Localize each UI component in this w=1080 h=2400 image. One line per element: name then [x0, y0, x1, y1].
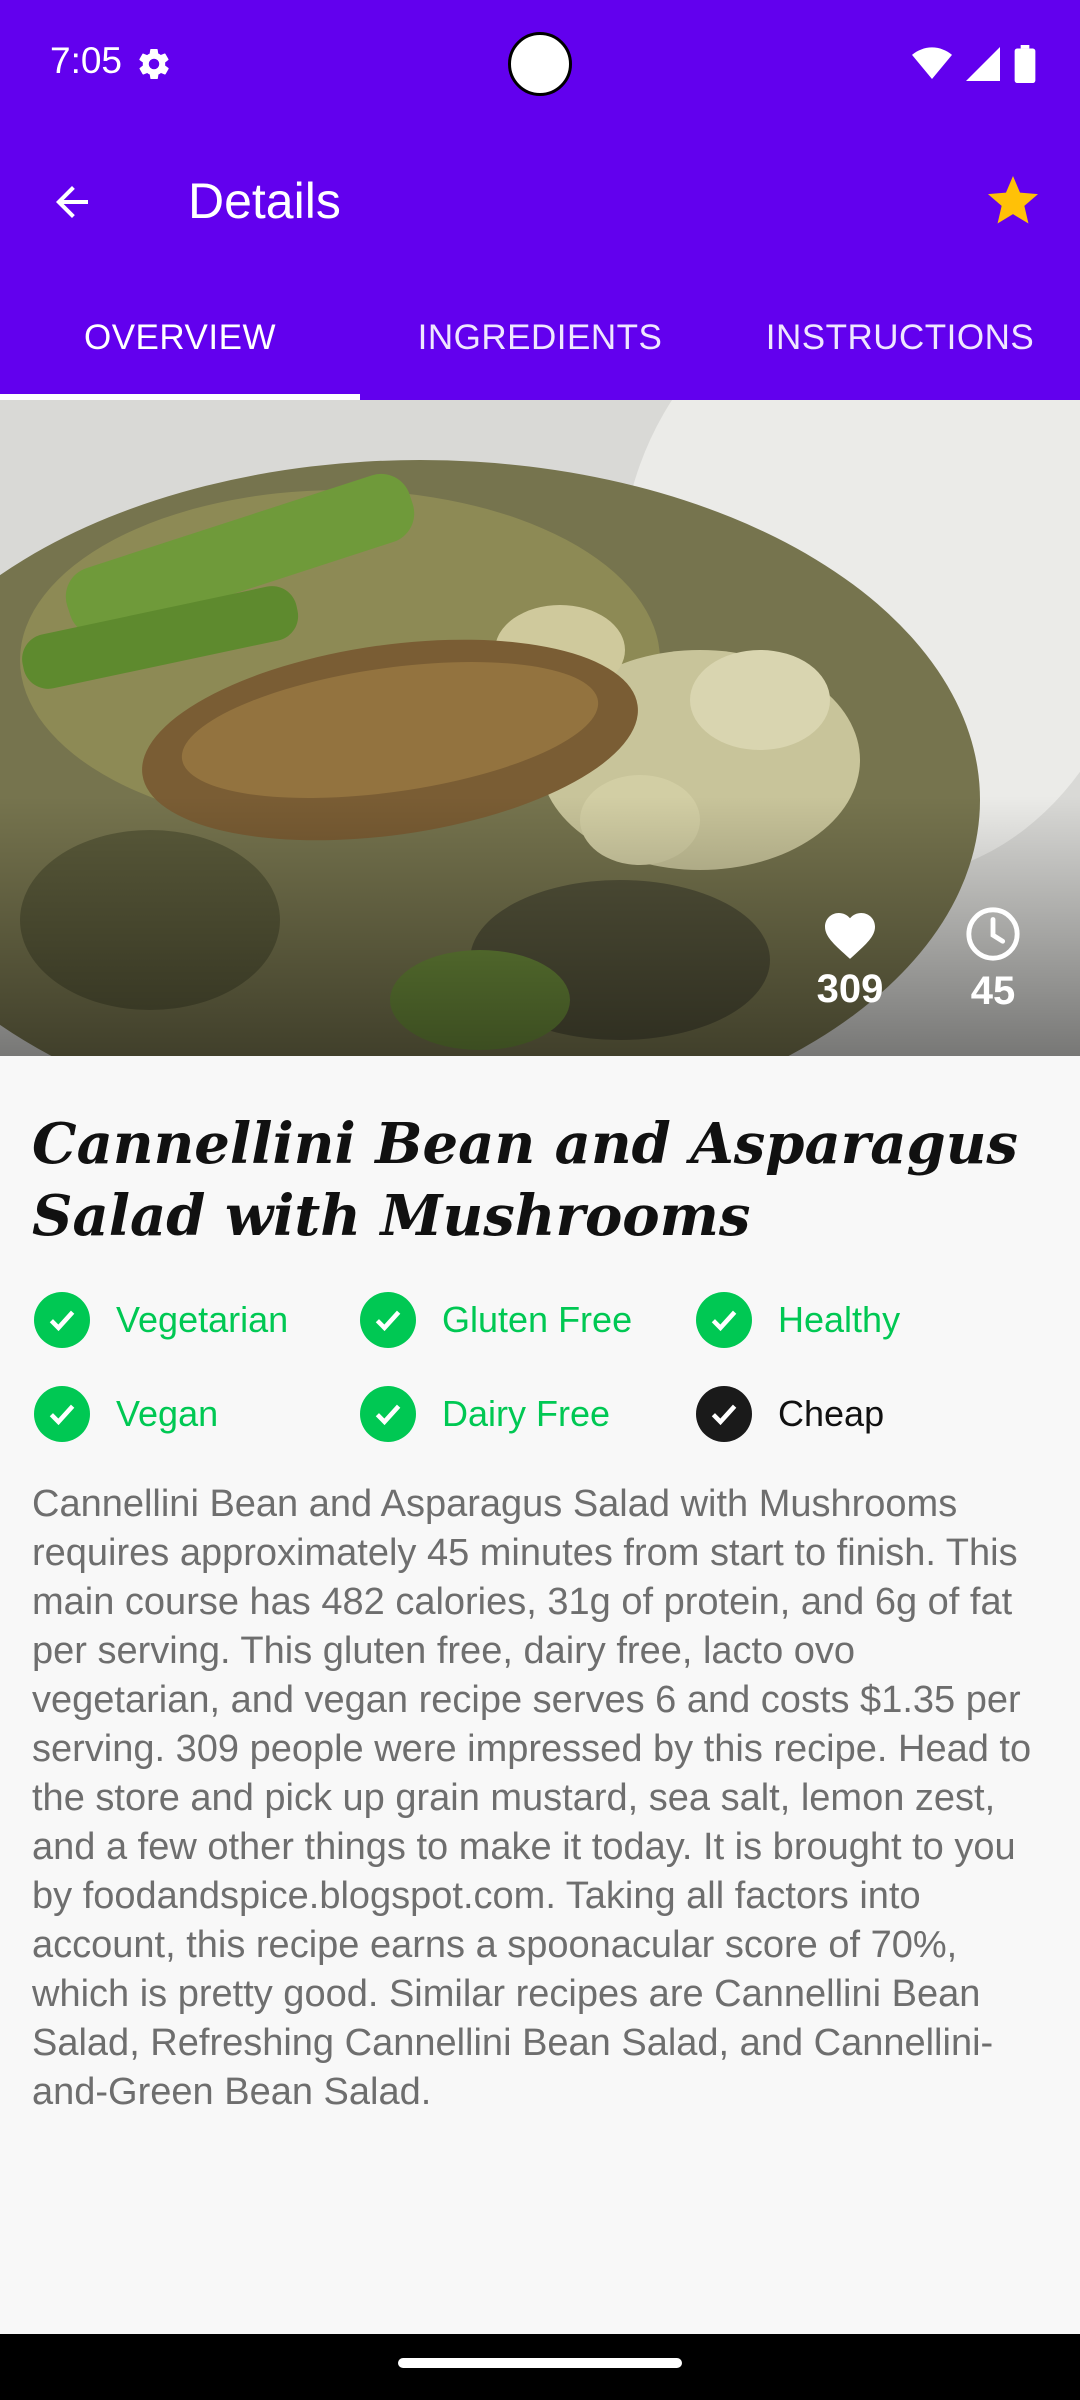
tab-ingredients-label: INGREDIENTS — [417, 318, 663, 357]
camera-cutout — [508, 32, 572, 96]
badge-dairy-free: Dairy Free — [360, 1384, 610, 1444]
star-icon — [988, 176, 1038, 224]
favorite-button[interactable] — [978, 166, 1048, 236]
top-app-bar: Details — [0, 128, 1080, 276]
badge-label: Vegan — [116, 1393, 219, 1434]
badge-gluten-free: Gluten Free — [360, 1290, 632, 1350]
badge-label: Healthy — [778, 1299, 901, 1340]
ready-minutes: 45 — [970, 969, 1016, 1013]
tab-instructions[interactable]: INSTRUCTIONS — [720, 276, 1080, 400]
arrow-left-icon — [56, 186, 88, 218]
battery-icon — [1014, 45, 1036, 83]
badge-cheap: Cheap — [696, 1384, 884, 1444]
tab-ingredients[interactable]: INGREDIENTS — [360, 276, 720, 400]
app-screen: 7:05 Details OVERVIEW INGREDIENTS INSTRU… — [0, 0, 1080, 2400]
check-circle-icon — [34, 1292, 90, 1348]
signal-icon — [966, 47, 1000, 81]
likes-stat: 309 — [800, 905, 900, 1012]
check-circle-icon — [360, 1386, 416, 1442]
heart-icon — [825, 913, 875, 959]
status-icons — [912, 44, 1036, 84]
clock-icon — [966, 907, 1020, 961]
image-gradient-overlay — [0, 796, 1080, 1056]
recipe-image: 309 45 — [0, 400, 1080, 1056]
badge-vegan: Vegan — [34, 1384, 218, 1444]
recipe-summary: Cannellini Bean and Asparagus Salad with… — [32, 1483, 1032, 2113]
badge-vegetarian: Vegetarian — [34, 1290, 288, 1350]
tab-instructions-label: INSTRUCTIONS — [765, 318, 1035, 357]
check-circle-icon — [696, 1386, 752, 1442]
tab-overview[interactable]: OVERVIEW — [0, 276, 360, 400]
status-time: 7:05 — [50, 40, 123, 81]
home-gesture-handle[interactable] — [398, 2358, 682, 2368]
back-button[interactable] — [40, 170, 104, 234]
status-bar: 7:05 — [0, 0, 1080, 128]
badge-healthy: Healthy — [696, 1290, 900, 1350]
badge-label: Vegetarian — [116, 1299, 289, 1340]
tab-bar: OVERVIEW INGREDIENTS INSTRUCTIONS — [0, 276, 1080, 400]
check-circle-icon — [696, 1292, 752, 1348]
badge-label: Gluten Free — [442, 1299, 633, 1340]
wifi-icon — [912, 47, 952, 79]
gear-icon — [139, 48, 169, 80]
page-title: Details — [188, 173, 341, 229]
badge-label: Dairy Free — [442, 1393, 611, 1434]
system-nav-bar — [0, 2334, 1080, 2400]
badge-label: Cheap — [778, 1393, 885, 1434]
check-circle-icon — [34, 1386, 90, 1442]
likes-count: 309 — [816, 967, 884, 1011]
tab-overview-label: OVERVIEW — [83, 318, 276, 357]
check-circle-icon — [360, 1292, 416, 1348]
time-stat: 45 — [948, 905, 1038, 1014]
recipe-title: Cannellini Bean and Asparagus Salad with… — [32, 1111, 1018, 1249]
